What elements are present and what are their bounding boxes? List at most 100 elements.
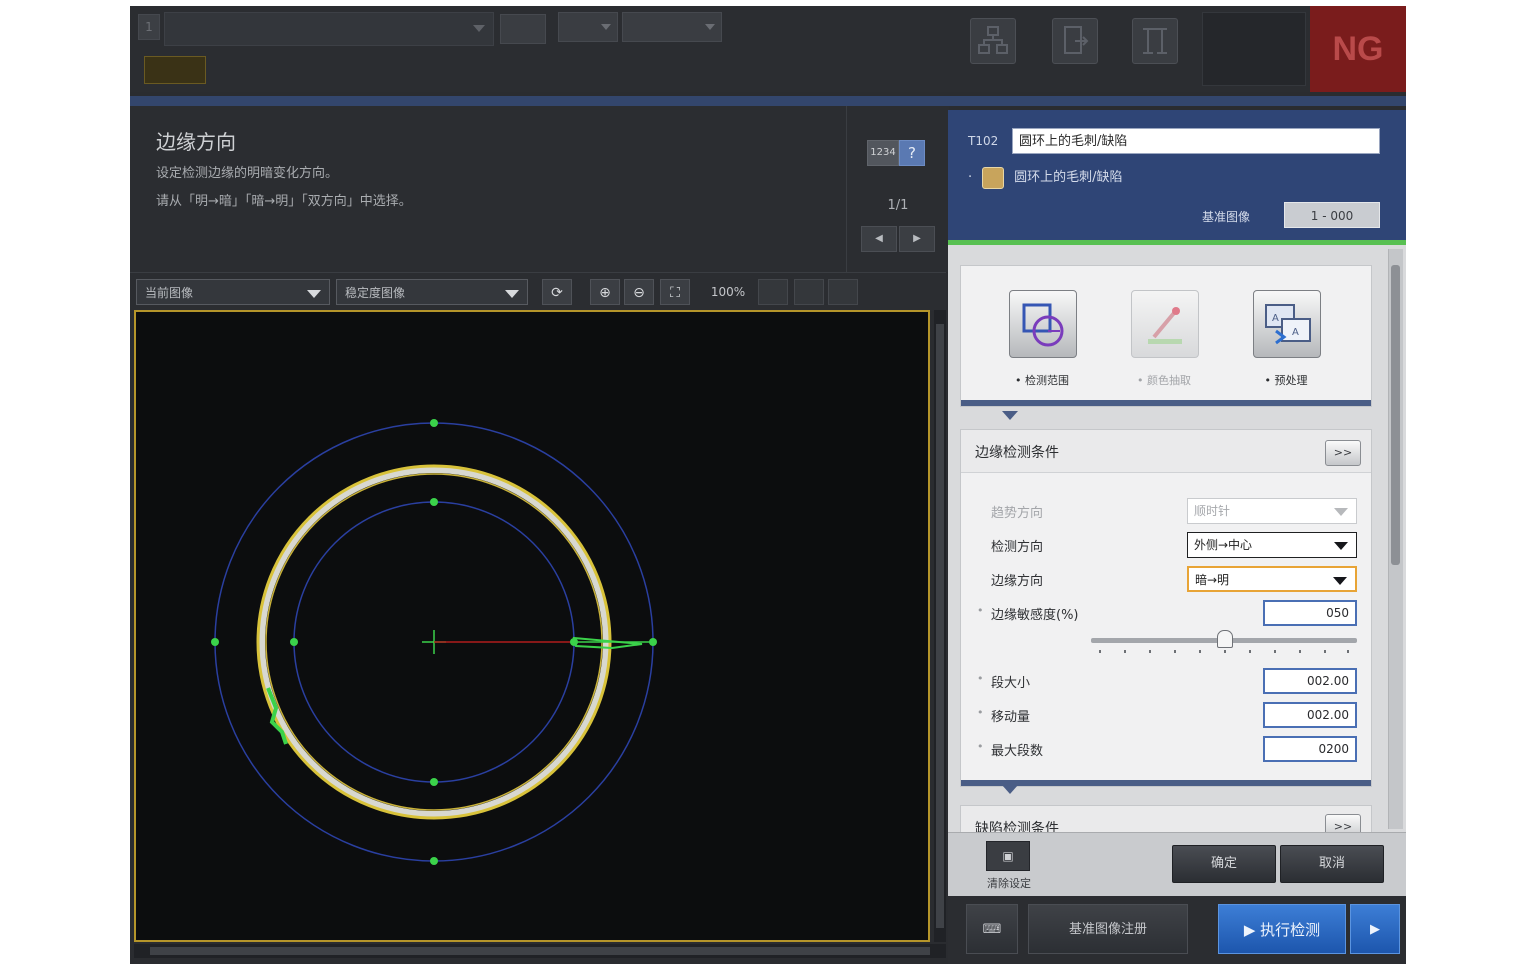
run-mode-button[interactable] (1202, 12, 1306, 86)
help-icon[interactable]: ? (899, 140, 925, 166)
tool-2-label-text: 预处理 (1274, 374, 1308, 387)
scene-tab[interactable] (144, 56, 206, 84)
viewer-horizontal-scrollbar[interactable] (134, 944, 946, 958)
max-segments-input[interactable]: 0200 (1263, 736, 1357, 762)
trend-direction-select: 顺时针 (1187, 498, 1357, 524)
slider-tick (1274, 650, 1276, 653)
section-pointer-icon (1002, 785, 1018, 794)
color-extract-button[interactable]: • 颜色抽取 (1109, 290, 1219, 400)
expand-button[interactable]: >> (1325, 440, 1361, 466)
numeric-input-button[interactable]: 1234 (867, 140, 899, 166)
slider-handle[interactable] (1217, 630, 1233, 648)
scroll-thumb[interactable] (150, 947, 930, 955)
handle-bottom-outer[interactable] (430, 857, 438, 865)
comm-settings-button[interactable] (1114, 14, 1194, 90)
chevron-down-icon (1334, 508, 1348, 516)
prev-page-button[interactable]: ◀ (861, 226, 897, 252)
display-mode-1-icon[interactable] (758, 279, 788, 305)
run-inspection-button[interactable]: ▶ 执行检测 (1218, 904, 1346, 954)
top-bar: 1 NG (130, 6, 1406, 92)
inspection-overlay (211, 419, 657, 865)
help-panel: 边缘方向 设定检测边缘的明暗变化方向。 请从「明→暗」「暗→明」「双方向」中选择… (130, 106, 846, 272)
zoom-out-icon[interactable]: ⊖ (624, 279, 654, 305)
bullet: • (977, 706, 984, 719)
run-conditions-button[interactable] (952, 14, 1032, 90)
clear-settings-icon[interactable]: ▣ (986, 841, 1030, 871)
cancel-button[interactable]: 取消 (1280, 845, 1384, 883)
handle-top-outer[interactable] (430, 419, 438, 427)
run-options-icon[interactable]: ▶ (1350, 904, 1400, 954)
scene-number[interactable]: 1 (138, 14, 160, 40)
detect-direction-select[interactable]: 外侧→中心 (1187, 532, 1357, 558)
slider-tick (1324, 650, 1326, 653)
display-mode-3-icon[interactable] (828, 279, 858, 305)
handle-right-outer[interactable] (649, 638, 657, 646)
next-page-button[interactable]: ▶ (899, 226, 935, 252)
chevron-down-icon (1333, 577, 1347, 585)
register-reference-button[interactable]: 基准图像注册 (1028, 904, 1188, 954)
settings-panel: • 检测范围 • 颜色抽取 AA • 预处理 边缘检测条件 >> 趋势方向 顺时… (948, 245, 1406, 832)
segment-size-input[interactable]: 002.00 (1263, 668, 1357, 694)
ok-button[interactable]: 确定 (1172, 845, 1276, 883)
help-pager: 1234 ? 1/1 ◀ ▶ (846, 106, 949, 272)
sensitivity-slider[interactable] (1091, 630, 1357, 660)
preprocess-icon: AA (1253, 290, 1321, 358)
shift-amount-input[interactable]: 002.00 (1263, 702, 1357, 728)
env-settings-button[interactable] (622, 12, 722, 42)
handle-right-inner[interactable] (570, 638, 578, 646)
edge-direction-select[interactable]: 暗→明 (1187, 566, 1357, 592)
expand-button[interactable]: >> (1325, 814, 1361, 832)
scene-selector[interactable] (164, 12, 494, 46)
zoom-in-icon[interactable]: ⊕ (590, 279, 620, 305)
trend-direction-value: 顺时针 (1194, 504, 1231, 518)
chevron-down-icon (1334, 542, 1348, 550)
image-viewer[interactable] (134, 310, 930, 942)
preprocess-button[interactable]: AA • 预处理 (1231, 290, 1341, 400)
defect-conditions-title: 缺陷检测条件 (975, 821, 1059, 832)
bottom-bar: ⌨ 基准图像注册 ▶ 执行检测 ▶ (948, 896, 1406, 964)
keyboard-icon[interactable]: ⌨ (966, 904, 1018, 954)
scroll-thumb[interactable] (1391, 265, 1400, 565)
detection-range-button[interactable]: • 检测范围 (987, 290, 1097, 400)
image-filter-select[interactable]: 稳定度图像 (336, 279, 528, 305)
handle-bottom-inner[interactable] (430, 778, 438, 786)
max-segments-label-text: 最大段数 (991, 744, 1044, 759)
fit-window-icon[interactable]: ⛶ (660, 279, 690, 305)
tool-subtitle: · 圆环上的毛刺/缺陷 (968, 166, 1123, 189)
chevron-down-icon (705, 24, 715, 30)
display-mode-2-icon[interactable] (794, 279, 824, 305)
tool-id: T102 (968, 134, 999, 148)
title-divider (130, 96, 1406, 106)
settings-footer: ▣ 清除设定 确定 取消 (948, 832, 1406, 897)
color-extract-label: • 颜色抽取 (1137, 374, 1191, 387)
slider-tick (1347, 650, 1349, 653)
defect-conditions-card: 缺陷检测条件 >> (960, 805, 1372, 832)
card-bottom-bar (961, 400, 1371, 406)
sensitivity-input[interactable]: 050 (1263, 600, 1357, 626)
play-icon: ▶ (1243, 921, 1256, 939)
edge-conditions-title: 边缘检测条件 (975, 445, 1059, 461)
scroll-thumb[interactable] (936, 324, 944, 928)
edit-menu-button[interactable] (558, 12, 618, 42)
tool-header: T102 圆环上的毛刺/缺陷 · 圆环上的毛刺/缺陷 基准图像 1 - 000 (948, 110, 1406, 240)
tool-name-input[interactable]: 圆环上的毛刺/缺陷 (1012, 128, 1380, 154)
save-button[interactable] (500, 14, 546, 44)
reference-image-button[interactable]: 1 - 000 (1284, 202, 1380, 228)
handle-left-outer[interactable] (211, 638, 219, 646)
tool-type-icon (982, 166, 1005, 189)
edge-conditions-header: 边缘检测条件 >> (961, 430, 1371, 473)
handle-top-inner[interactable] (430, 498, 438, 506)
settings-scrollbar[interactable] (1388, 249, 1403, 829)
chevron-down-icon (601, 24, 611, 30)
edge-conditions-card: 边缘检测条件 >> 趋势方向 顺时针 检测方向 外侧→中心 边缘方向 暗→明 •… (960, 429, 1372, 787)
detect-direction-label: 检测方向 (991, 540, 1044, 555)
slider-tick (1149, 650, 1151, 653)
image-source-select[interactable]: 当前图像 (136, 279, 330, 305)
shift-amount-label-text: 移动量 (991, 710, 1031, 725)
viewer-vertical-scrollbar[interactable] (934, 310, 946, 942)
section-pointer-icon (1002, 411, 1018, 420)
detection-range-label: • 检测范围 (1015, 374, 1069, 387)
handle-left-inner[interactable] (290, 638, 298, 646)
refresh-icon[interactable]: ⟳ (542, 279, 572, 305)
output-settings-button[interactable] (1034, 14, 1114, 90)
